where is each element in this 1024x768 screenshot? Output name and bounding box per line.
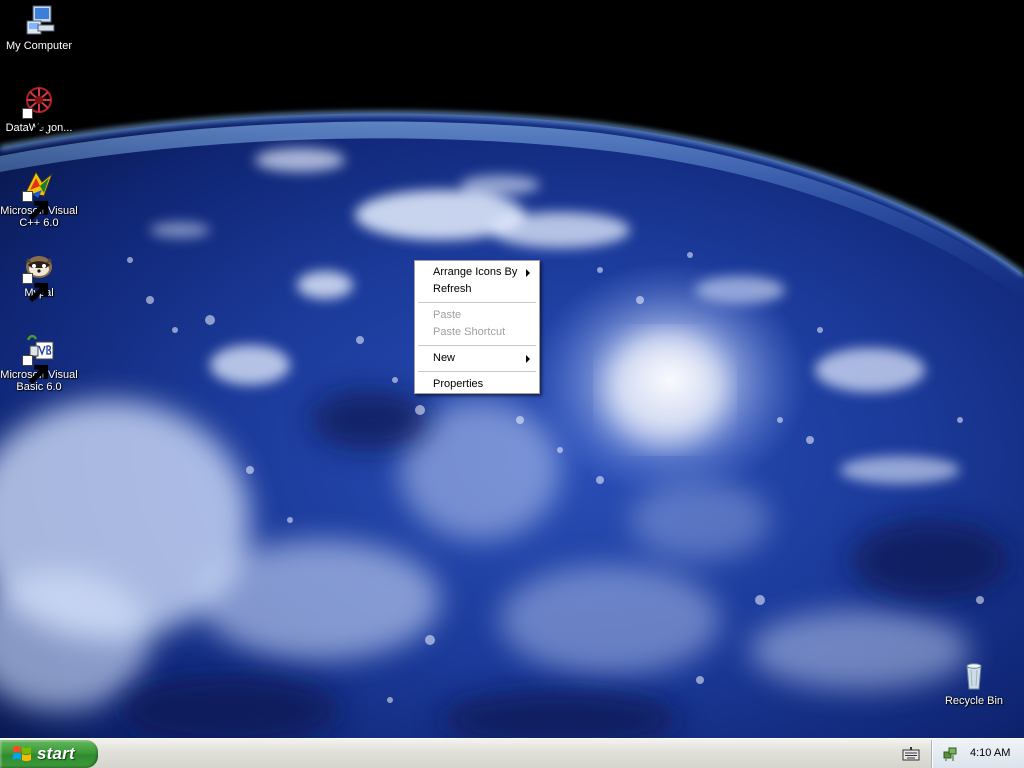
menu-item-properties[interactable]: Properties <box>417 376 537 393</box>
menu-item-label: Arrange Icons By <box>433 266 518 278</box>
menu-separator <box>418 345 536 346</box>
visual-basic-icon <box>22 332 56 385</box>
menu-item-paste: Paste <box>417 307 537 324</box>
desktop-icon-datawagon[interactable]: DataWagon... <box>0 85 78 138</box>
taskbar[interactable]: start 4:10 AM <box>0 738 1024 768</box>
menu-separator <box>418 302 536 303</box>
menu-item-arrange-icons-by[interactable]: Arrange Icons By <box>417 264 537 281</box>
menu-item-paste-shortcut: Paste Shortcut <box>417 324 537 341</box>
start-label: start <box>37 744 75 763</box>
shortcut-arrow-icon <box>22 355 49 385</box>
submenu-arrow-icon <box>526 355 530 363</box>
desktop-icon-mypal[interactable]: Mypal <box>0 250 78 303</box>
visual-cpp-icon <box>22 168 56 221</box>
desktop-icon-label: Recycle Bin <box>944 695 1004 707</box>
desktop-icon-my-computer[interactable]: My Computer <box>0 3 78 52</box>
menu-item-label: Refresh <box>433 283 472 295</box>
menu-item-label: Paste <box>433 309 462 321</box>
shortcut-arrow-icon <box>22 108 49 138</box>
start-button[interactable]: start <box>0 740 98 768</box>
windows-flag-icon <box>13 745 31 762</box>
menu-item-label: Properties <box>433 378 484 390</box>
menu-item-label: Paste Shortcut <box>433 326 506 338</box>
datawagon-icon <box>22 85 56 138</box>
desktop-icon-visual-basic[interactable]: Microsoft Visual Basic 6.0 <box>0 332 78 393</box>
recycle-bin-icon <box>957 658 991 692</box>
menu-item-new[interactable]: New <box>417 350 537 367</box>
desktop-context-menu: Arrange Icons By Refresh Paste Paste Sho… <box>414 260 540 394</box>
mypal-icon <box>22 250 56 303</box>
menu-item-label: New <box>433 352 456 364</box>
clock[interactable]: 4:10 AM <box>970 747 1010 759</box>
desktop-icon-visual-cpp[interactable]: Microsoft Visual C++ 6.0 <box>0 168 78 229</box>
system-tray: 4:10 AM <box>931 740 1024 768</box>
network-icon[interactable] <box>942 746 958 762</box>
submenu-arrow-icon <box>526 269 530 277</box>
menu-item-refresh[interactable]: Refresh <box>417 281 537 298</box>
shortcut-arrow-icon <box>22 191 49 221</box>
keyboard-ime-icon[interactable] <box>902 746 920 762</box>
menu-separator <box>418 371 536 372</box>
desktop-icon-recycle-bin[interactable]: Recycle Bin <box>935 658 1013 707</box>
my-computer-icon <box>22 3 56 37</box>
shortcut-arrow-icon <box>22 273 49 303</box>
desktop-icon-label: My Computer <box>5 40 73 52</box>
